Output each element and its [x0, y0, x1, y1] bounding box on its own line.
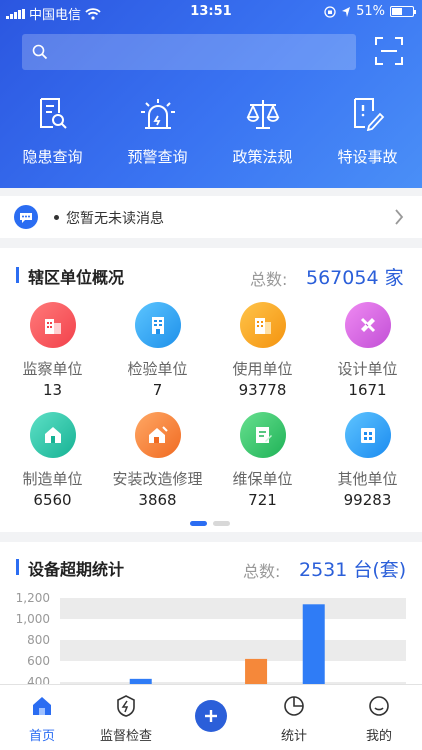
overdue-bar-chart: 1,2001,000800600400200 — [16, 591, 406, 684]
notice-text: 您暂无未读消息 — [66, 211, 164, 227]
tab-home[interactable]: 首页 — [0, 693, 84, 744]
units-title: 辖区单位概况 — [16, 264, 124, 288]
unit-item-inspection[interactable]: 检验单位 7 — [105, 302, 210, 399]
tab-statistics[interactable]: 统计 — [252, 693, 336, 744]
overdue-total-label: 总数: — [243, 562, 281, 581]
search-input[interactable] — [22, 34, 356, 70]
unit-count: 3868 — [138, 491, 177, 509]
chevron-right-icon — [395, 209, 404, 225]
units-total-value: 567054 家 — [306, 267, 404, 289]
grid-band — [60, 640, 406, 661]
scan-icon[interactable] — [374, 36, 404, 66]
location-icon — [342, 6, 351, 17]
grid-band — [60, 598, 406, 619]
unit-name: 监察单位 — [22, 360, 83, 378]
alarm-light-icon — [140, 99, 175, 129]
y-tick-label: 600 — [27, 654, 50, 668]
quick-action-label: 预警查询 — [127, 148, 188, 166]
unit-name: 其他单位 — [337, 470, 398, 488]
house-tools-icon — [134, 412, 181, 458]
unit-count: 13 — [42, 381, 63, 399]
units-overview-card: 辖区单位概况 总数: 567054 家 监察单位 13 检验单位 7 使用单位 … — [0, 248, 422, 532]
chart-bar[interactable] — [245, 658, 268, 684]
quick-action-label: 特设事故 — [337, 148, 398, 166]
ruler-pencil-icon — [344, 302, 391, 348]
unit-count: 1671 — [348, 381, 387, 399]
units-total-label: 总数: — [250, 270, 288, 289]
search-icon — [32, 44, 48, 60]
unit-item-maintenance[interactable]: 维保单位 721 — [210, 412, 315, 509]
building-icon — [29, 302, 76, 348]
document-search-icon — [39, 98, 67, 129]
page-dot — [213, 521, 230, 526]
tab-label: 首页 — [28, 729, 55, 744]
battery-text: 51% — [356, 4, 385, 19]
grid-building-icon — [344, 412, 391, 458]
overdue-total-value: 2531 台(套) — [299, 559, 407, 581]
bullet-dot — [54, 215, 59, 220]
message-bubble-icon — [14, 205, 38, 229]
clipboard-icon — [239, 412, 286, 458]
y-tick-label: 800 — [27, 633, 50, 647]
unit-count: 721 — [248, 491, 277, 509]
scales-icon — [246, 100, 279, 129]
tab-inspection[interactable]: 监督检查 — [84, 693, 168, 744]
home-icon — [33, 697, 51, 715]
page-indicator[interactable] — [190, 521, 230, 526]
status-bar: 中国电信 13:51 51% — [0, 0, 422, 24]
unit-name: 安装改造修理 — [112, 470, 203, 488]
header: 中国电信 13:51 51% 隐患查询 预警查询 政策法规 特设事故 — [0, 0, 422, 188]
unit-item-user[interactable]: 使用单位 93778 — [210, 302, 315, 399]
unit-item-design[interactable]: 设计单位 1671 — [315, 302, 420, 399]
quick-action-policy[interactable]: 政策法规 — [210, 96, 315, 167]
unit-name: 制造单位 — [22, 470, 83, 488]
shield-bolt-icon — [117, 695, 135, 717]
unit-item-install-repair[interactable]: 安装改造修理 3868 — [105, 412, 210, 509]
battery-icon — [390, 6, 416, 17]
quick-action-label: 政策法规 — [232, 148, 293, 166]
unit-name: 设计单位 — [337, 360, 398, 378]
unit-name: 使用单位 — [232, 360, 293, 378]
message-notice[interactable]: 您暂无未读消息 — [0, 196, 422, 238]
chart-bar[interactable] — [302, 604, 325, 684]
unit-item-supervision[interactable]: 监察单位 13 — [0, 302, 105, 399]
unit-item-manufacturing[interactable]: 制造单位 6560 — [0, 412, 105, 509]
unit-count: 99283 — [343, 491, 392, 509]
unit-item-other[interactable]: 其他单位 99283 — [315, 412, 420, 509]
unit-count: 93778 — [238, 381, 287, 399]
quick-action-accident[interactable]: 特设事故 — [315, 96, 420, 167]
unit-count: 7 — [152, 381, 163, 399]
overdue-title: 设备超期统计 — [16, 556, 124, 580]
tab-label: 监督检查 — [99, 729, 152, 744]
building-icon — [239, 302, 286, 348]
y-tick-label: 1,000 — [16, 612, 50, 626]
quick-action-warning[interactable]: 预警查询 — [105, 96, 210, 167]
add-button[interactable] — [195, 700, 227, 732]
office-building-icon — [134, 302, 181, 348]
tab-label: 统计 — [280, 729, 307, 744]
page-dot-active — [190, 521, 207, 526]
plus-icon — [205, 710, 217, 722]
pie-chart-icon — [284, 696, 304, 716]
unit-name: 检验单位 — [127, 360, 188, 378]
factory-icon — [29, 412, 76, 458]
tab-label: 我的 — [365, 729, 392, 744]
y-tick-label: 400 — [27, 675, 50, 684]
unit-count: 6560 — [33, 491, 72, 509]
tab-profile[interactable]: 我的 — [337, 693, 421, 744]
unit-name: 维保单位 — [232, 470, 293, 488]
y-tick-label: 1,200 — [16, 591, 50, 605]
orientation-lock-icon — [324, 5, 336, 18]
report-edit-icon — [353, 98, 384, 131]
smiley-icon — [369, 696, 389, 716]
quick-action-hazard[interactable]: 隐患查询 — [0, 96, 105, 167]
quick-action-label: 隐患查询 — [22, 148, 83, 166]
